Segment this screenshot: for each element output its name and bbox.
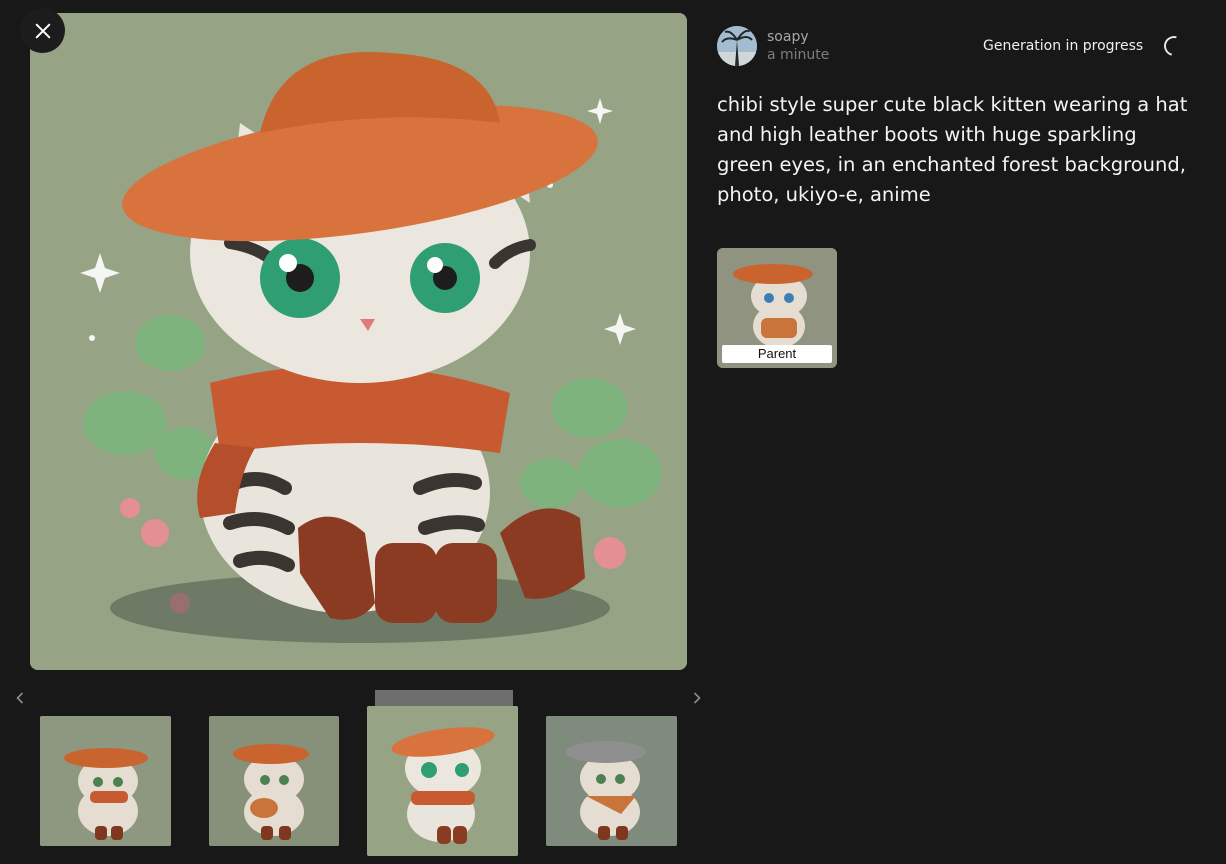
kitten-image	[30, 13, 687, 670]
avatar[interactable]	[717, 26, 757, 66]
carousel-scroll-indicator[interactable]	[375, 690, 513, 706]
kitten-thumbnail-image	[40, 716, 171, 846]
author-name[interactable]: soapy	[767, 29, 809, 45]
close-button[interactable]	[20, 8, 65, 53]
post-timestamp: a minute	[767, 47, 830, 63]
spinner-icon	[1160, 32, 1188, 60]
thumbnail-4[interactable]	[546, 716, 677, 846]
parent-image-card[interactable]: Parent	[717, 248, 837, 368]
main-image	[30, 13, 687, 670]
chevron-right-icon[interactable]	[689, 690, 705, 710]
palm-tree-icon	[717, 26, 757, 66]
thumbnail-3-selected[interactable]	[367, 706, 518, 856]
chevron-left-icon[interactable]	[12, 690, 28, 710]
parent-label: Parent	[722, 345, 832, 363]
kitten-thumbnail-image	[209, 716, 339, 846]
thumbnail-1[interactable]	[40, 716, 171, 846]
kitten-thumbnail-image	[367, 706, 518, 856]
prompt-text: chibi style super cute black kitten wear…	[717, 93, 1188, 206]
generation-status: Generation in progress	[983, 38, 1144, 54]
thumbnail-2[interactable]	[209, 716, 339, 846]
kitten-thumbnail-image	[546, 716, 677, 846]
close-icon	[35, 23, 50, 38]
